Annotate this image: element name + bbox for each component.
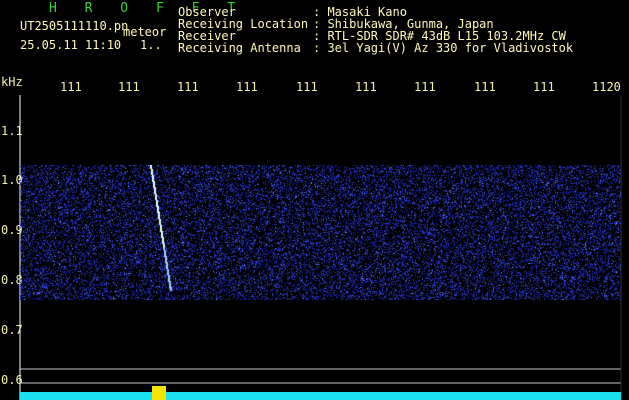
spectrogram-canvas xyxy=(20,165,621,300)
meteor-marker xyxy=(152,386,166,400)
signal-strip xyxy=(20,392,621,400)
